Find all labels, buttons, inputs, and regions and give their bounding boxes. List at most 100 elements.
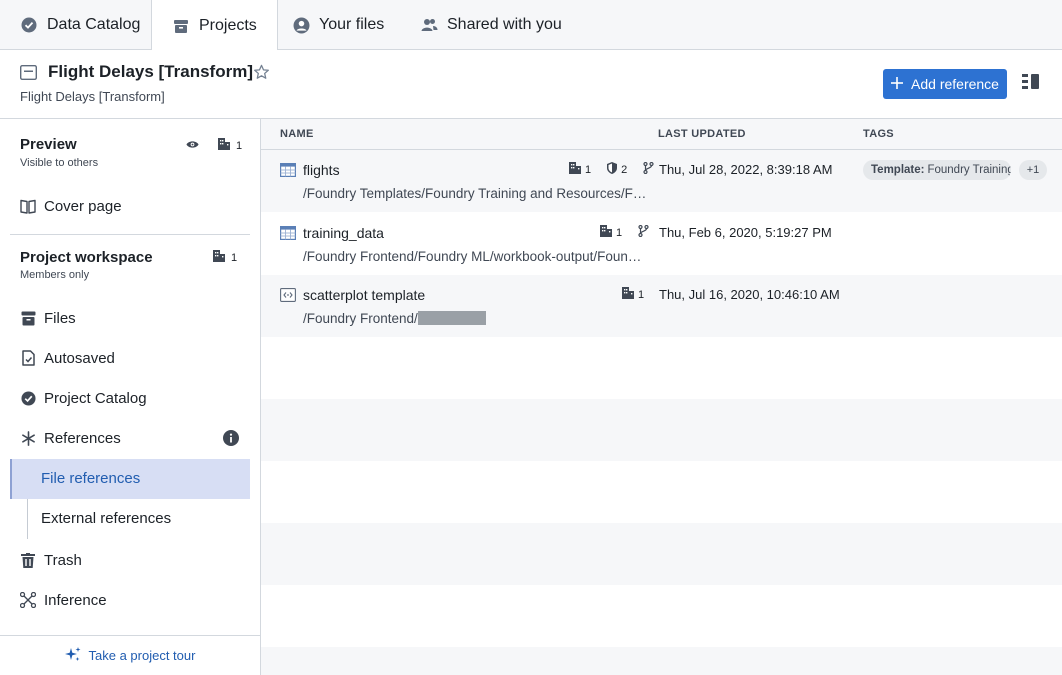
code-template-icon bbox=[280, 288, 296, 305]
panel-toggle-icon[interactable] bbox=[1022, 74, 1040, 93]
project-icon bbox=[19, 64, 38, 83]
organization-icon bbox=[600, 225, 612, 240]
info-icon[interactable] bbox=[223, 430, 239, 449]
user-icon bbox=[292, 16, 310, 34]
trash-icon bbox=[20, 552, 36, 568]
workspace-title: Project workspace bbox=[20, 249, 153, 266]
box-icon bbox=[172, 17, 190, 35]
sidebar-item-inference[interactable]: Inference bbox=[20, 590, 107, 610]
top-tab-bar: Data Catalog Projects Your files Shared … bbox=[0, 0, 1062, 51]
git-branch-icon bbox=[643, 161, 654, 177]
sidebar-item-external-references[interactable]: External references bbox=[41, 510, 171, 527]
shield-icon bbox=[607, 162, 618, 177]
sidebar-item-references[interactable]: References bbox=[20, 428, 121, 448]
sidebar-item-label: Project Catalog bbox=[44, 389, 147, 407]
page-title: Flight Delays [Transform] bbox=[48, 62, 253, 81]
tag-key: Template: bbox=[871, 164, 925, 176]
sidebar-item-files[interactable]: Files bbox=[20, 308, 76, 328]
tag-value: Foundry Training and Resources bbox=[927, 164, 1011, 176]
tab-shared-with-you[interactable]: Shared with you bbox=[420, 0, 562, 50]
org-count: 1 bbox=[638, 288, 645, 301]
sparkle-icon bbox=[64, 646, 81, 665]
sidebar-item-label: Autosaved bbox=[44, 349, 115, 367]
workspace-meta: 1 bbox=[213, 250, 237, 265]
preview-count: 1 bbox=[236, 139, 243, 152]
plus-icon bbox=[891, 76, 904, 92]
row-last-updated: Thu, Feb 6, 2020, 5:19:27 PM bbox=[659, 225, 832, 240]
marking-count: 2 bbox=[621, 163, 628, 176]
sidebar-item-project-catalog[interactable]: Project Catalog bbox=[20, 388, 147, 408]
row-meta: 1 bbox=[600, 224, 649, 240]
template-tag[interactable]: Template: Foundry Training and Resources bbox=[863, 160, 1011, 180]
column-header-tags[interactable]: TAGS bbox=[863, 128, 894, 140]
tab-label: Shared with you bbox=[447, 16, 562, 33]
empty-row bbox=[261, 337, 1062, 399]
add-reference-button[interactable]: Add reference bbox=[883, 69, 1007, 99]
column-header-name[interactable]: NAME bbox=[280, 128, 314, 140]
empty-row bbox=[261, 647, 1062, 675]
row-name[interactable]: training_data bbox=[303, 225, 384, 241]
empty-row bbox=[261, 585, 1062, 647]
row-name[interactable]: scatterplot template bbox=[303, 287, 425, 303]
row-last-updated: Thu, Jul 16, 2020, 10:46:10 AM bbox=[659, 287, 840, 302]
sidebar: Preview Visible to others 1 Cover page P… bbox=[0, 119, 261, 675]
tab-data-catalog[interactable]: Data Catalog bbox=[20, 0, 140, 50]
file-references-table: NAME LAST UPDATED TAGS flights /Foundry … bbox=[261, 119, 1062, 675]
workspace-subtitle: Members only bbox=[20, 269, 90, 281]
book-icon bbox=[20, 198, 36, 214]
organization-icon bbox=[213, 250, 225, 265]
graph-nodes-icon bbox=[20, 592, 36, 608]
dataset-table-icon bbox=[280, 163, 297, 180]
table-row[interactable]: training_data /Foundry Frontend/Foundry … bbox=[261, 213, 1062, 275]
sidebar-item-file-references[interactable]: File references bbox=[41, 470, 140, 487]
sidebar-item-autosaved[interactable]: Autosaved bbox=[20, 348, 115, 368]
org-count: 1 bbox=[585, 163, 592, 176]
tab-your-files[interactable]: Your files bbox=[292, 0, 384, 50]
cover-page-label: Cover page bbox=[44, 197, 122, 215]
dataset-table-icon bbox=[280, 226, 297, 243]
row-path: /Foundry Frontend/ bbox=[303, 311, 486, 326]
cover-page-link[interactable]: Cover page bbox=[20, 196, 122, 216]
sidebar-item-label: References bbox=[44, 429, 121, 447]
empty-row bbox=[261, 461, 1062, 523]
row-meta: 1 bbox=[622, 287, 644, 302]
project-tour-link[interactable]: Take a project tour bbox=[0, 635, 260, 675]
tab-label: Data Catalog bbox=[47, 16, 141, 33]
org-count: 1 bbox=[616, 226, 623, 239]
empty-row bbox=[261, 399, 1062, 461]
organization-icon bbox=[569, 162, 581, 177]
more-tags-badge[interactable]: +1 bbox=[1019, 160, 1047, 180]
preview-subtitle: Visible to others bbox=[20, 157, 99, 169]
preview-title: Preview bbox=[20, 136, 77, 153]
check-circle-icon bbox=[20, 16, 38, 34]
breadcrumb[interactable]: Flight Delays [Transform] bbox=[20, 89, 165, 104]
tab-projects[interactable]: Projects bbox=[151, 0, 278, 51]
row-name[interactable]: flights bbox=[303, 162, 340, 178]
star-icon[interactable] bbox=[253, 64, 270, 84]
row-last-updated: Thu, Jul 28, 2022, 8:39:18 AM bbox=[659, 162, 833, 177]
organization-icon bbox=[218, 138, 230, 153]
row-path: /Foundry Frontend/Foundry ML/workbook-ou… bbox=[303, 249, 647, 264]
asterisk-icon bbox=[20, 430, 36, 446]
sidebar-item-trash[interactable]: Trash bbox=[20, 550, 82, 570]
column-header-last-updated[interactable]: LAST UPDATED bbox=[658, 128, 746, 140]
empty-row bbox=[261, 523, 1062, 585]
sidebar-item-label: Files bbox=[44, 309, 76, 327]
row-path-text: /Foundry Frontend/ bbox=[303, 311, 418, 326]
organization-icon bbox=[622, 287, 634, 302]
preview-meta: 1 bbox=[186, 138, 242, 153]
redacted-block bbox=[417, 311, 486, 325]
eye-icon bbox=[186, 140, 199, 152]
autosave-document-icon bbox=[20, 350, 36, 366]
tab-label: Your files bbox=[319, 16, 385, 33]
git-branch-icon bbox=[638, 224, 649, 240]
check-circle-icon bbox=[20, 390, 36, 406]
files-icon bbox=[20, 310, 36, 326]
add-reference-label: Add reference bbox=[911, 76, 999, 92]
table-row[interactable]: scatterplot template /Foundry Frontend/ … bbox=[261, 275, 1062, 337]
project-header: Flight Delays [Transform] Flight Delays … bbox=[0, 50, 1062, 119]
workspace-count: 1 bbox=[231, 251, 238, 264]
table-header: NAME LAST UPDATED TAGS bbox=[261, 119, 1062, 150]
sidebar-item-label: Trash bbox=[44, 551, 82, 569]
table-row[interactable]: flights /Foundry Templates/Foundry Train… bbox=[261, 150, 1062, 212]
